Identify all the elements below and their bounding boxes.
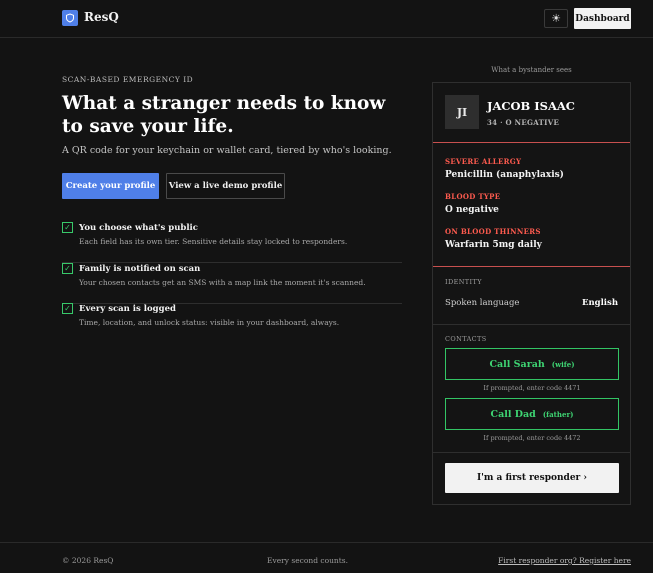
language-key: Spoken language xyxy=(445,298,520,308)
demo-profile-button[interactable]: View a live demo profile xyxy=(166,173,285,199)
check-icon: ✓ xyxy=(62,263,73,274)
hero-subtitle: A QR code for your keychain or wallet ca… xyxy=(62,145,392,156)
preview-caption: What a bystander sees xyxy=(491,66,572,74)
call-relation: (wife) xyxy=(551,359,575,369)
profile-name: JACOB ISAAC xyxy=(487,99,575,113)
identity-label: IDENTITY xyxy=(445,278,482,286)
top-nav: ResQ ☀ Dashboard xyxy=(0,0,653,38)
feature-description: Each field has its own tier. Sensitive d… xyxy=(79,237,348,246)
feature-title: Family is notified on scan xyxy=(79,264,201,274)
feature-item: ✓ Every scan is logged Time, location, a… xyxy=(62,303,402,344)
contacts-label: CONTACTS xyxy=(445,335,487,343)
call-hint: If prompted, enter code 4472 xyxy=(483,434,581,442)
call-sarah-button[interactable]: Call Sarah (wife) xyxy=(445,348,619,380)
allergy-value: Penicillin (anaphylaxis) xyxy=(445,170,564,180)
call-hint: If prompted, enter code 4471 xyxy=(483,384,581,392)
feature-title: Every scan is logged xyxy=(79,304,176,314)
identity-section: IDENTITY Spoken language English xyxy=(433,267,630,325)
feature-item: ✓ Family is notified on scan Your chosen… xyxy=(62,263,402,304)
avatar: JI xyxy=(445,95,479,129)
copyright: © 2026 ResQ xyxy=(62,556,114,565)
thinners-value: Warfarin 5mg daily xyxy=(445,240,542,250)
blood-type-value: O negative xyxy=(445,205,499,215)
check-icon: ✓ xyxy=(62,222,73,233)
thinners-label: ON BLOOD THINNERS xyxy=(445,227,541,236)
dashboard-button[interactable]: Dashboard xyxy=(574,8,631,29)
sun-icon: ☀ xyxy=(551,12,561,25)
blood-type-label: BLOOD TYPE xyxy=(445,192,501,201)
hero-eyebrow: SCAN-BASED EMERGENCY ID xyxy=(62,75,194,84)
feature-title: You choose what's public xyxy=(79,223,198,233)
create-profile-button[interactable]: Create your profile xyxy=(62,173,159,199)
profile-meta: 34 · O NEGATIVE xyxy=(487,118,560,127)
feature-description: Time, location, and unlock status: visib… xyxy=(79,318,340,327)
call-dad-button[interactable]: Call Dad (father) xyxy=(445,398,619,430)
first-responder-button[interactable]: I'm a first responder › xyxy=(445,463,619,493)
feature-description: Your chosen contacts get an SMS with a m… xyxy=(79,278,366,287)
call-name: Call Dad xyxy=(490,408,536,420)
profile-header: JI JACOB ISAAC 34 · O NEGATIVE xyxy=(433,83,630,143)
call-name: Call Sarah xyxy=(489,358,545,370)
critical-info: SEVERE ALLERGY Penicillin (anaphylaxis) … xyxy=(433,143,630,267)
hero-headline: What a stranger needs to know to save yo… xyxy=(62,93,386,137)
profile-preview-card: JI JACOB ISAAC 34 · O NEGATIVE SEVERE AL… xyxy=(432,82,631,505)
tagline: Every second counts. xyxy=(267,556,348,565)
feature-item: ✓ You choose what's public Each field ha… xyxy=(62,222,402,263)
allergy-label: SEVERE ALLERGY xyxy=(445,157,522,166)
register-link[interactable]: First responder org? Register here xyxy=(498,556,631,565)
footer: © 2026 ResQ Every second counts. First r… xyxy=(0,542,653,573)
brand-name[interactable]: ResQ xyxy=(84,10,119,24)
call-relation: (father) xyxy=(542,409,574,419)
check-icon: ✓ xyxy=(62,303,73,314)
theme-toggle-button[interactable]: ☀ xyxy=(544,9,568,28)
contacts-section: CONTACTS Call Sarah (wife) If prompted, … xyxy=(433,325,630,453)
shield-icon[interactable] xyxy=(62,10,78,26)
language-value: English xyxy=(581,298,618,308)
